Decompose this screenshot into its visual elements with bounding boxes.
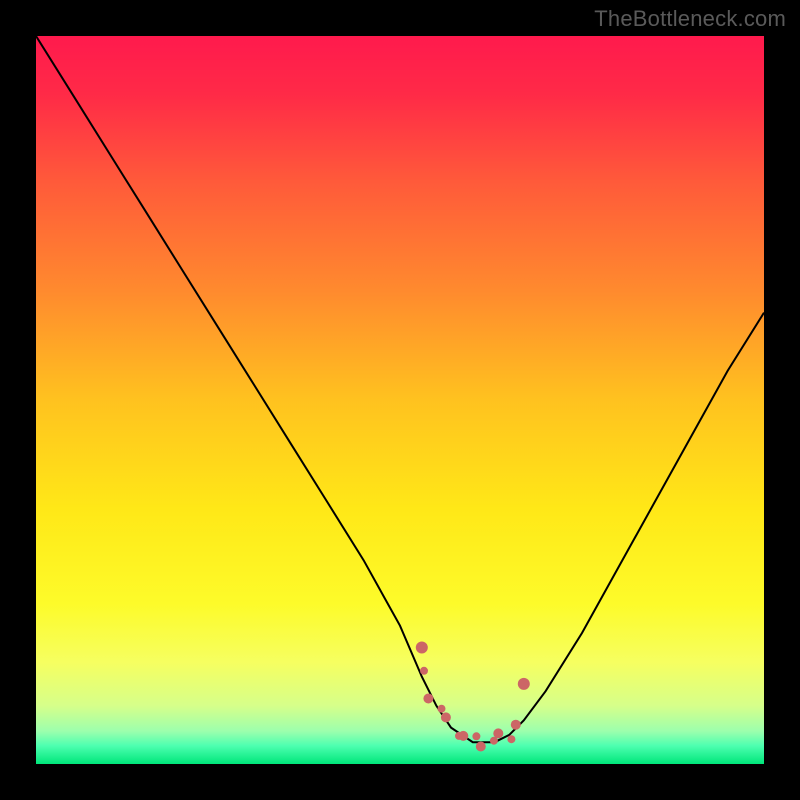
plot-area: [36, 36, 764, 764]
optimal-marker-dot: [423, 694, 433, 704]
optimal-marker-dot: [507, 735, 515, 743]
optimal-marker-dot: [472, 732, 480, 740]
watermark-label: TheBottleneck.com: [594, 6, 786, 32]
optimal-marker-end: [416, 642, 428, 654]
chart-frame: TheBottleneck.com: [0, 0, 800, 800]
optimal-marker-dot: [458, 731, 468, 741]
optimal-marker-dot: [438, 705, 446, 713]
optimal-marker-dot: [420, 667, 428, 675]
optimal-marker-dot: [511, 720, 521, 730]
heat-gradient-background: [36, 36, 764, 764]
optimal-marker-dot: [441, 712, 451, 722]
optimal-marker-end: [518, 678, 530, 690]
optimal-marker-dot: [476, 742, 486, 752]
optimal-marker-dot: [493, 728, 503, 738]
